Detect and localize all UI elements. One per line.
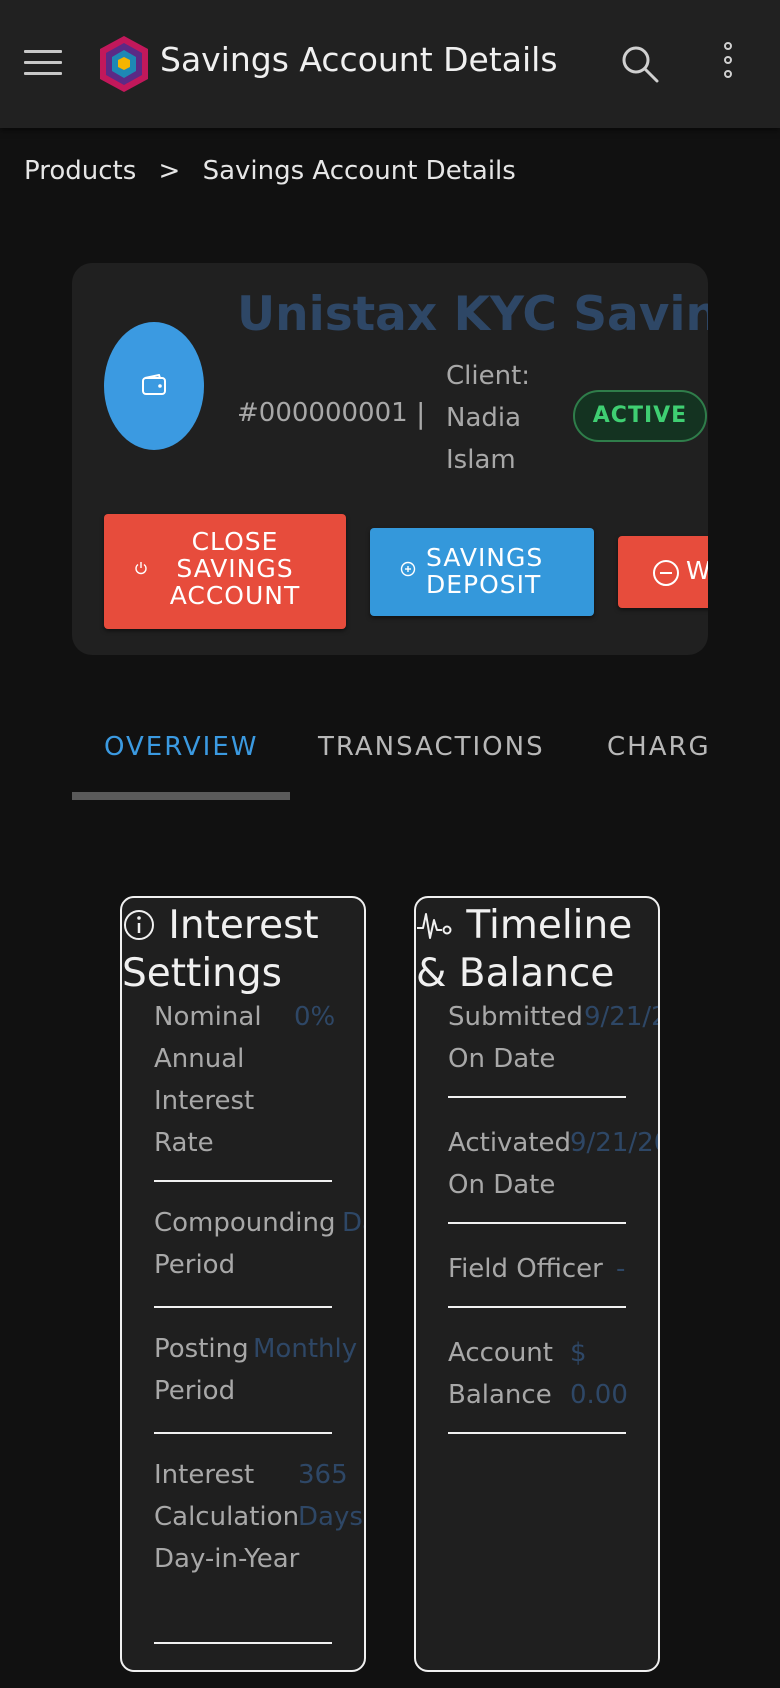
wallet-icon: [142, 374, 166, 395]
tab-bar: OVERVIEW TRANSACTIONS CHARG: [72, 710, 708, 800]
tab-indicator: [72, 792, 290, 800]
withdraw-label: W: [686, 556, 708, 585]
separator: |: [416, 397, 426, 430]
day-in-year-value: 365 Days: [298, 1460, 363, 1532]
chevron-right-icon: >: [158, 156, 181, 186]
page-title: Savings Account Details: [160, 40, 558, 79]
account-number: #000000001: [237, 398, 408, 428]
divider: [154, 1180, 332, 1182]
app-bar: Savings Account Details: [0, 0, 780, 128]
divider: [448, 1306, 626, 1308]
close-savings-account-label: CLOSE SAVINGS ACCOUNT: [169, 527, 301, 610]
activated-date-label: Activated On Date: [448, 1128, 572, 1200]
submitted-date-value: 9/21/2: [584, 1002, 660, 1032]
activity-icon: [417, 913, 452, 939]
interest-settings-panel: Interest Settings Nominal Annual Interes…: [120, 896, 366, 1672]
day-in-year-label: Interest Calculation Day-in-Year: [154, 1460, 300, 1574]
client-name[interactable]: Nadia Islam: [446, 397, 556, 481]
field-officer-label: Field Officer: [448, 1254, 603, 1284]
account-balance-label: Account Balance: [448, 1338, 553, 1410]
panel-title: Interest Settings: [122, 902, 364, 998]
account-name: Unistax KYC Savings: [237, 287, 708, 342]
divider: [154, 1642, 332, 1644]
more-options-icon[interactable]: [718, 42, 738, 86]
timeline-balance-panel: Timeline & Balance Submitted On Date 9/2…: [414, 896, 660, 1672]
client-info: Client: Nadia Islam: [446, 355, 556, 481]
field-officer-value: -: [616, 1254, 626, 1284]
divider: [448, 1222, 626, 1224]
divider: [448, 1096, 626, 1098]
close-savings-account-button[interactable]: CLOSE SAVINGS ACCOUNT: [104, 514, 346, 629]
submitted-date-label: Submitted On Date: [448, 1002, 583, 1074]
tab-overview[interactable]: OVERVIEW: [104, 732, 258, 762]
nominal-rate-value: 0%: [294, 1002, 336, 1032]
posting-period-value: Monthly: [253, 1334, 358, 1364]
minus-circle-icon: [653, 560, 679, 586]
status-badge: ACTIVE: [573, 390, 707, 442]
savings-deposit-label: SAVINGS DEPOSIT: [426, 543, 544, 599]
breadcrumb-item-current: Savings Account Details: [202, 156, 516, 186]
tab-transactions[interactable]: TRANSACTIONS: [318, 732, 545, 762]
tab-charges[interactable]: CHARG: [607, 732, 708, 762]
account-balance-value: $ 0.00: [570, 1338, 628, 1410]
menu-icon[interactable]: [24, 50, 62, 76]
posting-period-label: Posting Period: [154, 1334, 249, 1406]
compounding-period-label: Compounding Period: [154, 1208, 336, 1280]
app-logo-icon: [100, 36, 148, 92]
panel-title: Timeline & Balance: [416, 902, 658, 998]
account-summary-card: Unistax KYC Savings #000000001 | Client:…: [72, 263, 708, 655]
info-icon: [124, 910, 154, 940]
divider: [154, 1306, 332, 1308]
divider: [448, 1432, 626, 1434]
client-label: Client:: [446, 361, 531, 391]
breadcrumb-item-products[interactable]: Products: [24, 156, 136, 186]
compounding-period-value: Da: [342, 1208, 364, 1238]
avatar: [104, 322, 204, 450]
activated-date-value: 9/21/20: [570, 1128, 658, 1158]
breadcrumb: Products > Savings Account Details: [24, 156, 516, 186]
savings-deposit-button[interactable]: SAVINGS DEPOSIT: [370, 528, 594, 616]
power-icon: [135, 562, 147, 575]
search-icon[interactable]: [620, 44, 660, 84]
withdraw-button[interactable]: W: [618, 536, 708, 608]
divider: [154, 1432, 332, 1434]
nominal-rate-label: Nominal Annual Interest Rate: [154, 1002, 262, 1158]
plus-circle-icon: [400, 561, 416, 577]
